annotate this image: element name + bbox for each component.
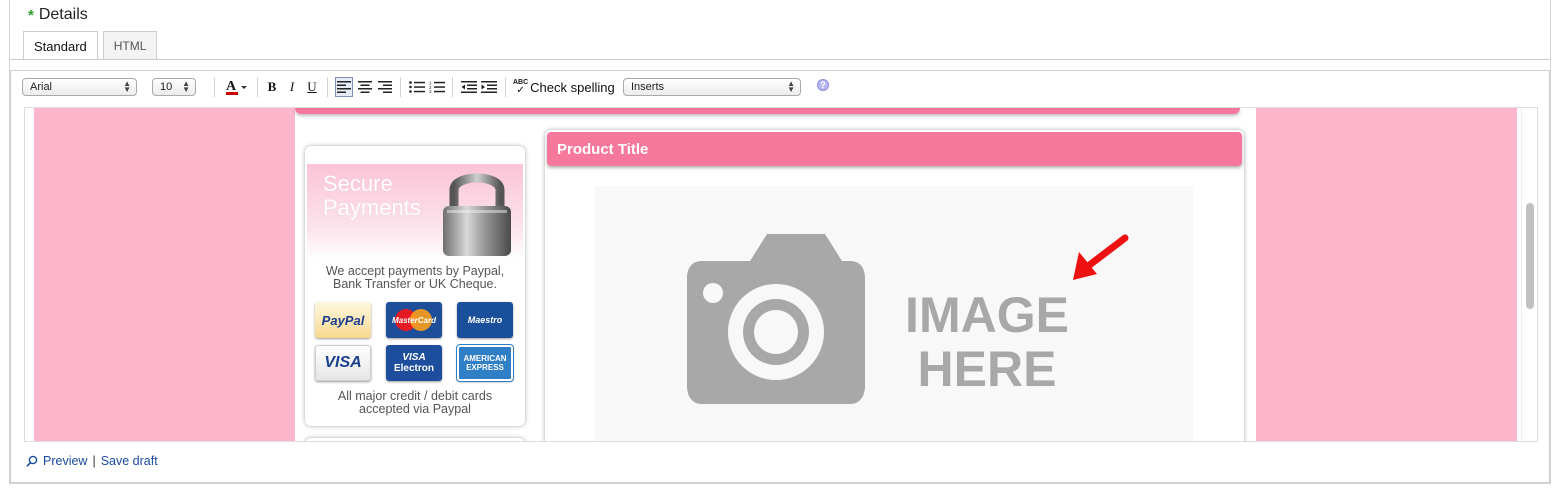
font-family-value: Arial [30, 81, 53, 93]
mastercard-text: MasterCard [391, 315, 436, 325]
mastercard-logo: MasterCard [386, 302, 442, 338]
align-center-button[interactable] [356, 77, 374, 97]
paypal-logo: PayPal [315, 302, 371, 338]
help-icon[interactable]: ? [817, 79, 829, 91]
card-logos-grid: PayPal MasterCard Maestro VISA VISA Elec… [315, 302, 515, 382]
editor-page: * Details Standard HTML Arial ▲ ▼ 10 ▲ ▼ A [0, 0, 1557, 489]
tab-divider [10, 59, 1550, 60]
toolbar-separator [327, 77, 328, 97]
checkmark-icon: ✓ [516, 84, 525, 96]
padlock-icon [443, 173, 511, 256]
underline-button[interactable]: U [304, 77, 320, 97]
payment-text-line2: Bank Transfer or UK Cheque. [333, 277, 497, 291]
details-heading: * Details [28, 6, 88, 24]
vertical-scrollbar[interactable] [1521, 108, 1537, 441]
font-size-select[interactable]: 10 ▲ ▼ [152, 78, 196, 96]
image-placeholder-line2: HERE [918, 341, 1057, 397]
outdent-button[interactable] [460, 77, 478, 97]
save-draft-link[interactable]: Save draft [101, 454, 158, 468]
product-title: Product Title [557, 141, 649, 158]
secure-payments-heading: Secure Payments [323, 172, 421, 220]
scrollbar-thumb[interactable] [1526, 203, 1534, 309]
amex-logo: AMERICAN EXPRESS [456, 344, 514, 382]
toolbar-separator [505, 77, 506, 97]
svg-text:A: A [226, 79, 237, 94]
check-spelling-label: Check spelling [530, 79, 615, 95]
align-center-icon [358, 81, 372, 93]
product-title-bar: Product Title [547, 132, 1242, 166]
camera-placeholder-graphic: IMAGE HERE [687, 234, 1129, 404]
indent-button[interactable] [480, 77, 498, 97]
outdent-icon [461, 81, 477, 93]
image-placeholder-line1: IMAGE [905, 287, 1069, 343]
required-marker: * [28, 6, 34, 24]
footer-separator: | [92, 454, 96, 468]
visa-logo: VISA [315, 345, 371, 381]
text-color-icon: A [226, 79, 247, 95]
align-right-button[interactable] [376, 77, 394, 97]
numbered-list-button[interactable]: 1 2 3 [428, 77, 446, 97]
editor-footer: Preview | Save draft [26, 454, 158, 468]
magnifier-icon [26, 455, 38, 467]
updown-arrow-icon: ▲ ▼ [182, 79, 190, 94]
italic-button[interactable]: I [284, 77, 300, 97]
rich-text-editor: Arial ▲ ▼ 10 ▲ ▼ A B I U 1 2 3 ABC ✓ Che… [10, 70, 1550, 483]
details-title: Details [38, 6, 88, 23]
inserts-select[interactable]: Inserts ▲ ▼ [623, 78, 801, 96]
bullet-list-icon [409, 81, 425, 93]
toolbar-separator [257, 77, 258, 97]
image-placeholder: IMAGE HERE [595, 186, 1193, 441]
payment-methods-text: We accept payments by Paypal, Bank Trans… [305, 265, 525, 291]
tab-standard[interactable]: Standard [23, 31, 98, 60]
font-size-value: 10 [160, 81, 173, 93]
text-color-button[interactable]: A [224, 77, 250, 97]
visa-electron-logo: VISA Electron [386, 345, 442, 381]
updown-arrow-icon: ▲ ▼ [787, 79, 795, 94]
tab-html[interactable]: HTML [102, 31, 158, 59]
pink-background-left [34, 108, 295, 441]
red-arrow-icon [1073, 234, 1129, 280]
editor-toolbar: Arial ▲ ▼ 10 ▲ ▼ A B I U 1 2 3 ABC ✓ Che… [11, 71, 1549, 103]
next-side-card [305, 438, 525, 441]
bold-button[interactable]: B [264, 77, 280, 97]
secure-payments-banner: Secure Payments [307, 164, 523, 259]
toolbar-separator [452, 77, 453, 97]
secure-heading-line2: Payments [323, 195, 421, 220]
template-top-bar [295, 108, 1240, 114]
visa-electron-line1: VISA [402, 352, 426, 363]
all-cards-line2: accepted via Paypal [359, 402, 471, 416]
editor-content-area[interactable]: Secure Payments We accept payments by Pa… [24, 107, 1538, 442]
align-right-icon [378, 81, 392, 93]
pink-background-right [1256, 108, 1517, 441]
svg-text:3: 3 [429, 89, 432, 93]
check-spelling-button[interactable]: ABC ✓ Check spelling [513, 77, 615, 97]
spellcheck-icon: ABC ✓ [513, 79, 528, 96]
editor-tabs: Standard HTML [23, 31, 158, 60]
product-card: Product Title IMAGE HERE [545, 130, 1244, 441]
toolbar-separator [214, 77, 215, 97]
secure-heading-line1: Secure [323, 171, 393, 196]
numbered-list-icon: 1 2 3 [429, 81, 445, 93]
indent-icon [481, 81, 497, 93]
updown-arrow-icon: ▲ ▼ [123, 79, 131, 94]
amex-line2: EXPRESS [466, 363, 504, 372]
align-left-button[interactable] [335, 77, 353, 97]
align-left-icon [337, 81, 351, 93]
font-family-select[interactable]: Arial ▲ ▼ [22, 78, 137, 96]
inserts-value: Inserts [631, 81, 665, 93]
visa-electron-line2: Electron [393, 363, 434, 374]
amex-line1: AMERICAN [463, 354, 507, 363]
maestro-logo: Maestro [457, 302, 513, 338]
preview-link[interactable]: Preview [43, 454, 87, 468]
bullet-list-button[interactable] [408, 77, 426, 97]
secure-payments-card: Secure Payments We accept payments by Pa… [305, 146, 525, 426]
toolbar-separator [400, 77, 401, 97]
all-cards-text: All major credit / debit cards accepted … [305, 390, 525, 416]
